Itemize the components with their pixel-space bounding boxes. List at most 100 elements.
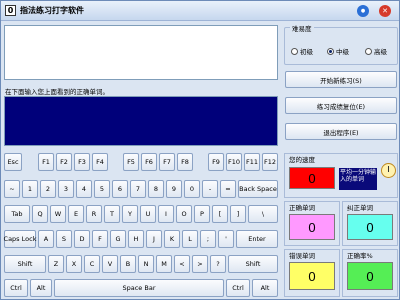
key-fn-7[interactable]: F7 <box>159 153 175 171</box>
key-z-6[interactable]: N <box>138 255 154 273</box>
key-q-3[interactable]: E <box>68 205 84 223</box>
key-fn-0[interactable]: Esc <box>4 153 22 171</box>
title-bar: 0 指法练习打字软件 ● ✕ <box>1 1 399 21</box>
key-z-0[interactable]: Shift <box>4 255 46 273</box>
key-a-9[interactable]: L <box>182 230 198 248</box>
key-num-5[interactable]: 5 <box>94 180 110 198</box>
key-q-13[interactable]: \ <box>248 205 278 223</box>
key-num-10[interactable]: 0 <box>184 180 200 198</box>
key-fn-4[interactable]: F4 <box>92 153 108 171</box>
key-a-7[interactable]: J <box>146 230 162 248</box>
virtual-keyboard: Esc F1 F2 F3 F4 F5 F6 F7 F8 F9 F10 F11 F12 ~1 2 3 4 5 6 7 8 9… <box>1 151 281 300</box>
key-bottom-2[interactable]: Space Bar <box>54 279 224 297</box>
key-fn-2[interactable]: F2 <box>56 153 72 171</box>
key-a-6[interactable]: H <box>128 230 144 248</box>
window-title: 指法练习打字软件 <box>20 6 84 15</box>
target-word-display <box>4 25 278 80</box>
key-z-11[interactable]: Shift <box>228 255 278 273</box>
correct-words-panel: 正确单词 0 <box>284 201 340 246</box>
reset-score-button[interactable]: 练习成绩复位(E) <box>285 97 397 114</box>
key-num-8[interactable]: 8 <box>148 180 164 198</box>
typing-input[interactable] <box>4 96 278 146</box>
difficulty-group: 难易度 初级 中级 高级 <box>284 23 398 65</box>
close-button[interactable]: ✕ <box>379 5 391 17</box>
key-q-4[interactable]: R <box>86 205 102 223</box>
key-num-2[interactable]: 2 <box>40 180 56 198</box>
key-a-4[interactable]: F <box>92 230 108 248</box>
speed-value: 0 <box>289 167 335 189</box>
key-fn-1[interactable]: F1 <box>38 153 54 171</box>
key-bottom-0[interactable]: Ctrl <box>4 279 28 297</box>
key-fn-12[interactable]: F12 <box>262 153 278 171</box>
correct-words-value: 0 <box>289 214 335 240</box>
key-a-1[interactable]: A <box>38 230 54 248</box>
difficulty-intermediate[interactable]: 中级 <box>327 46 349 56</box>
input-prompt: 在下面输入您上面看到的正确单词。 <box>5 88 109 96</box>
key-z-8[interactable]: < <box>174 255 190 273</box>
key-num-6[interactable]: 6 <box>112 180 128 198</box>
key-num-12[interactable]: = <box>220 180 236 198</box>
key-q-7[interactable]: U <box>140 205 156 223</box>
radio-icon <box>291 47 298 55</box>
key-bottom-1[interactable]: Alt <box>30 279 52 297</box>
key-a-0[interactable]: Caps Lock <box>4 230 36 248</box>
key-q-6[interactable]: Y <box>122 205 138 223</box>
key-num-9[interactable]: 9 <box>166 180 182 198</box>
key-bottom-4[interactable]: Alt <box>252 279 278 297</box>
accuracy-label: 正确率% <box>346 250 374 260</box>
key-z-3[interactable]: C <box>84 255 100 273</box>
difficulty-advanced[interactable]: 高级 <box>365 46 387 56</box>
key-a-5[interactable]: G <box>110 230 126 248</box>
key-z-10[interactable]: ? <box>210 255 226 273</box>
accuracy-value: 0 <box>347 262 393 290</box>
key-fn-9[interactable]: F9 <box>208 153 224 171</box>
key-q-0[interactable]: Tab <box>4 205 30 223</box>
key-q-8[interactable]: I <box>158 205 174 223</box>
key-fn-5[interactable]: F5 <box>123 153 139 171</box>
key-a-11[interactable]: ' <box>218 230 234 248</box>
key-a-12[interactable]: Enter <box>236 230 278 248</box>
radio-icon <box>327 47 334 55</box>
key-z-4[interactable]: V <box>102 255 118 273</box>
key-num-1[interactable]: 1 <box>22 180 38 198</box>
key-bottom-3[interactable]: Ctrl <box>226 279 250 297</box>
key-num-11[interactable]: - <box>202 180 218 198</box>
key-a-3[interactable]: D <box>74 230 90 248</box>
key-num-4[interactable]: 4 <box>76 180 92 198</box>
minimize-button[interactable]: ● <box>357 5 369 17</box>
key-z-9[interactable]: > <box>192 255 208 273</box>
difficulty-beginner[interactable]: 初级 <box>291 46 313 56</box>
accuracy-panel: 正确率% 0 <box>342 249 398 297</box>
key-num-3[interactable]: 3 <box>58 180 74 198</box>
key-z-5[interactable]: B <box>120 255 136 273</box>
key-num-13[interactable]: Back Space <box>238 180 278 198</box>
key-a-8[interactable]: K <box>164 230 180 248</box>
key-a-10[interactable]: ; <box>200 230 216 248</box>
key-a-2[interactable]: S <box>56 230 72 248</box>
speed-note: 平均一分钟输入的单词 <box>339 168 377 190</box>
speed-label: 您的速度 <box>288 154 316 164</box>
difficulty-label: 难易度 <box>290 23 314 33</box>
app-window: 0 指法练习打字软件 ● ✕ 在下面输入您上面看到的正确单词。 Esc F1 F2 F… <box>0 0 400 300</box>
key-num-0[interactable]: ~ <box>4 180 20 198</box>
key-fn-11[interactable]: F11 <box>244 153 260 171</box>
key-q-11[interactable]: [ <box>212 205 228 223</box>
key-z-2[interactable]: X <box>66 255 82 273</box>
key-q-10[interactable]: P <box>194 205 210 223</box>
key-fn-6[interactable]: F6 <box>141 153 157 171</box>
key-z-7[interactable]: M <box>156 255 172 273</box>
exit-button[interactable]: 退出程序(E) <box>285 123 397 140</box>
start-practice-button[interactable]: 开始新练习(S) <box>285 71 397 88</box>
key-q-5[interactable]: T <box>104 205 120 223</box>
key-q-9[interactable]: O <box>176 205 192 223</box>
key-fn-3[interactable]: F3 <box>74 153 90 171</box>
key-fn-10[interactable]: F10 <box>226 153 242 171</box>
key-q-1[interactable]: Q <box>32 205 48 223</box>
key-q-12[interactable]: ] <box>230 205 246 223</box>
key-num-7[interactable]: 7 <box>130 180 146 198</box>
key-z-1[interactable]: Z <box>48 255 64 273</box>
key-fn-8[interactable]: F8 <box>177 153 193 171</box>
key-q-2[interactable]: W <box>50 205 66 223</box>
correct-words-label: 正确单词 <box>288 202 316 212</box>
app-icon: 0 <box>5 5 16 16</box>
